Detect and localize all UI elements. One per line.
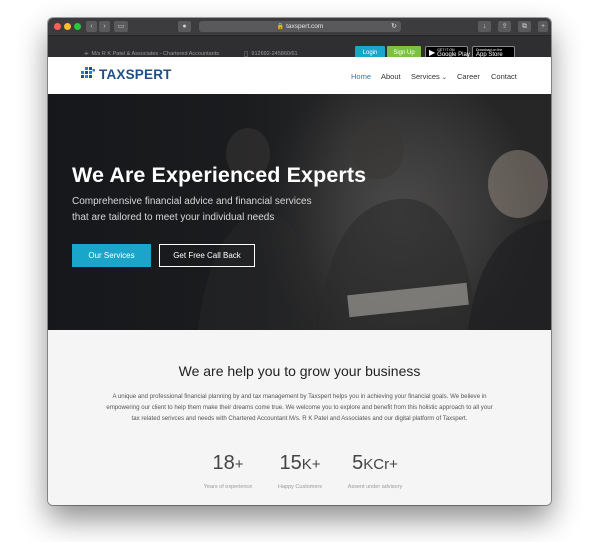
main-navigation: TAXSPERT Home About Services ⌄ Career Co… [48,57,551,94]
minimize-window-button[interactable] [64,23,71,30]
tabs-overview-icon[interactable]: ⧉ [518,21,531,32]
nav-contact[interactable]: Contact [491,72,517,81]
nav-career[interactable]: Career [457,72,480,81]
nav-services-label: Services [411,72,440,81]
forward-button[interactable]: › [99,21,110,32]
nav-about[interactable]: About [381,72,401,81]
new-tab-button[interactable]: + [538,21,548,32]
sidebar-icon[interactable]: ▭ [114,21,128,32]
stat-years-label: Years of experience [203,484,253,490]
free-call-back-button[interactable]: Get Free Call Back [159,244,255,267]
intro-section: We are help you to grow your business A … [48,330,551,505]
close-window-button[interactable] [54,23,61,30]
stat-years: 18+ Years of experience [193,451,263,490]
privacy-icon[interactable]: ● [178,21,191,32]
our-services-button[interactable]: Our Services [72,244,151,267]
hero-title: We Are Experienced Experts [72,163,367,187]
stat-assets-value: 5KCr+ [352,452,398,474]
nav-home[interactable]: Home [351,72,371,81]
stat-assets: 5KCr+ Assent under advisory [340,451,410,490]
address-bar[interactable]: 🔒 taxspert.com ↻ [199,21,401,32]
hero-banner: We Are Experienced Experts Comprehensive… [48,94,551,330]
logo-text: TAXSPERT [99,67,172,82]
url-text: taxspert.com [286,23,324,30]
logo-grid-icon [81,67,95,78]
hero-subtitle-line-2: that are tailored to meet your individua… [72,212,275,223]
chevron-down-icon: ⌄ [441,75,447,81]
download-icon[interactable]: ↓ [478,21,491,32]
back-button[interactable]: ‹ [86,21,97,32]
stat-assets-label: Assent under advisory [347,484,403,490]
stat-customers-value: 15K+ [279,452,321,474]
nav-services[interactable]: Services ⌄ [411,72,447,81]
intro-heading: We are help you to grow your business [178,363,421,379]
share-icon[interactable]: ⇪ [498,21,511,32]
stat-customers: 15K+ Happy Customers [265,451,335,490]
browser-toolbar: ‹ › ▭ ● 🔒 taxspert.com ↻ ↓ ⇪ ⧉ + [48,18,551,36]
stat-customers-label: Happy Customers [277,484,323,490]
lock-icon: 🔒 [276,24,285,30]
browser-window: ‹ › ▭ ● 🔒 taxspert.com ↻ ↓ ⇪ ⧉ + ⌖ M/s R K… [48,18,551,505]
intro-paragraph: A unique and professional financial plan… [106,393,493,422]
zoom-window-button[interactable] [74,23,81,30]
stat-years-value: 18+ [212,452,244,474]
reload-icon[interactable]: ↻ [391,21,397,32]
hero-subtitle-line-1: Comprehensive financial advice and finan… [72,196,312,207]
